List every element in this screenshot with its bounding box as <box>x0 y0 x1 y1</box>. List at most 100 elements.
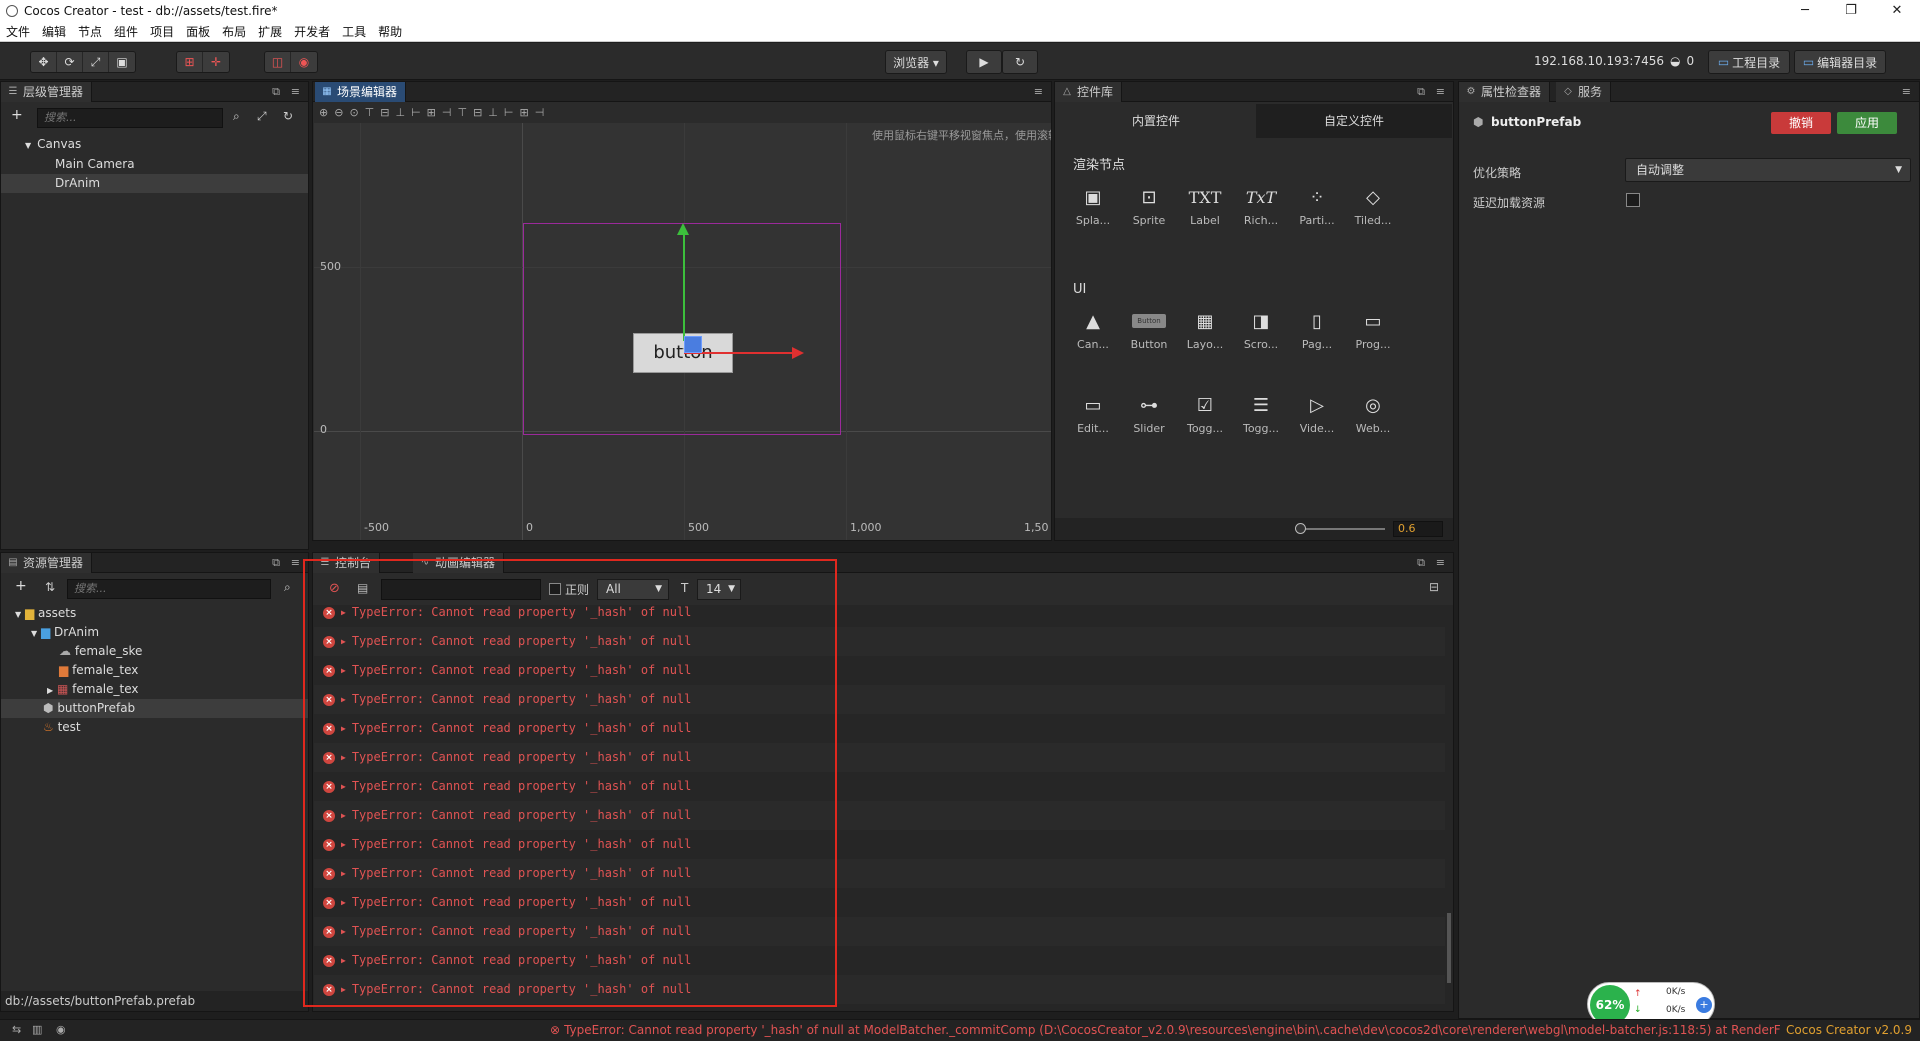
log-row[interactable]: × ▶ TypeError: Cannot read property '_hash… <box>314 685 1445 714</box>
refresh-button[interactable]: ↻ <box>1002 50 1038 74</box>
lib-item-toggle[interactable]: ☑ Togg... <box>1177 388 1233 436</box>
rotate-tool-icon[interactable]: ⟳ <box>57 52 83 72</box>
log-level-select[interactable]: All ▼ <box>597 579 669 600</box>
expand-arrow-icon[interactable]: ▼ <box>31 629 37 638</box>
log-row[interactable]: × ▶ TypeError: Cannot read property '_hash… <box>314 656 1445 685</box>
menu-project[interactable]: 项目 <box>144 23 180 40</box>
log-row[interactable]: × ▶ TypeError: Cannot read property '_hash… <box>314 743 1445 772</box>
log-row[interactable]: × ▶ TypeError: Cannot read property '_hash… <box>314 801 1445 830</box>
lib-item-canvas[interactable]: ▲ Can... <box>1065 304 1121 352</box>
align-top-icon[interactable]: ⊤ <box>365 106 381 119</box>
rect-tool-icon[interactable]: ▣ <box>109 52 135 72</box>
align-vcenter-icon[interactable]: ⊟ <box>380 106 395 119</box>
lazy-load-checkbox[interactable] <box>1626 193 1640 207</box>
menu-panel[interactable]: 面板 <box>180 23 216 40</box>
menu-node[interactable]: 节点 <box>72 23 108 40</box>
lib-item-particle[interactable]: ⁘ Parti... <box>1289 180 1345 228</box>
tree-item-dranim[interactable]: DrAnim <box>1 174 308 193</box>
clear-log-icon[interactable]: ⊘ <box>329 581 340 596</box>
lib-item-togglegroup[interactable]: ☰ Togg... <box>1233 388 1289 436</box>
log-icon[interactable]: ⇆ <box>12 1023 21 1036</box>
open-log-file-icon[interactable]: ▤ <box>357 581 368 595</box>
panel-menu-icon[interactable]: ≡ <box>1034 85 1043 98</box>
distribute-bottom-icon[interactable]: ⊥ <box>488 106 504 119</box>
expand-all-icon[interactable]: ⤢ <box>257 109 267 124</box>
expand-arrow-icon[interactable]: ▶ <box>341 869 346 878</box>
hierarchy-search-input[interactable]: 搜索... <box>37 108 223 128</box>
scale-tool-icon[interactable]: ⤢ <box>83 52 109 72</box>
lib-item-progressbar[interactable]: ▭ Prog... <box>1345 304 1401 352</box>
opt-strategy-select[interactable]: 自动调整 ▼ <box>1625 158 1911 182</box>
search-icon[interactable]: ⌕ <box>233 109 240 124</box>
add-node-icon[interactable]: + <box>11 107 23 123</box>
log-row[interactable]: × ▶ TypeError: Cannot read property '_hash… <box>314 772 1445 801</box>
menu-tools[interactable]: 工具 <box>336 23 372 40</box>
tree-item-female-ske[interactable]: ☁ female_ske <box>1 642 308 661</box>
lib-item-editbox[interactable]: ▭ Edit... <box>1065 388 1121 436</box>
tab-assets[interactable]: ▤ 资源管理器 <box>1 553 93 573</box>
icon-size-slider-thumb[interactable] <box>1295 523 1306 534</box>
lib-item-webview[interactable]: ◎ Web... <box>1345 388 1401 436</box>
expand-arrow-icon[interactable]: ▼ <box>15 610 21 619</box>
expand-arrow-icon[interactable]: ▼ <box>25 141 31 150</box>
expand-arrow-icon[interactable]: ▶ <box>341 811 346 820</box>
popout-icon[interactable]: ⧉ <box>272 85 280 99</box>
lib-item-splash[interactable]: ▣ Spla... <box>1065 180 1121 228</box>
tab-scene[interactable]: ▦ 场景编辑器 <box>315 82 407 102</box>
restore-button[interactable]: ❐ <box>1828 0 1874 22</box>
minimize-button[interactable]: ─ <box>1782 0 1828 22</box>
tab-library[interactable]: △ 控件库 <box>1055 82 1123 102</box>
search-icon[interactable]: ⌕ <box>284 580 291 595</box>
log-row[interactable]: × ▶ TypeError: Cannot read property '_hash… <box>314 605 1445 627</box>
log-row[interactable]: × ▶ TypeError: Cannot read property '_hash… <box>314 946 1445 975</box>
move-center-handle[interactable] <box>684 336 702 353</box>
add-asset-icon[interactable]: + <box>15 578 27 594</box>
expand-arrow-icon[interactable]: ▶ <box>341 724 346 733</box>
expand-arrow-icon[interactable]: ▶ <box>341 840 346 849</box>
tree-item-dranim-folder[interactable]: ▼ ▆ DrAnim <box>1 623 308 642</box>
expand-arrow-icon[interactable]: ▶ <box>341 782 346 791</box>
close-button[interactable]: ✕ <box>1874 0 1920 22</box>
play-button[interactable]: ▶ <box>966 50 1002 74</box>
align-right-icon[interactable]: ⊣ <box>442 106 458 119</box>
panel-menu-icon[interactable]: ≡ <box>1902 85 1911 98</box>
lib-item-sprite[interactable]: ⊡ Sprite <box>1121 180 1177 228</box>
expand-arrow-icon[interactable]: ▶ <box>341 753 346 762</box>
lib-item-button[interactable]: Button Button <box>1121 304 1177 351</box>
x-arrow-icon[interactable] <box>792 347 804 359</box>
distribute-top-icon[interactable]: ⊤ <box>457 106 473 119</box>
log-row[interactable]: × ▶ TypeError: Cannot read property '_hash… <box>314 627 1445 656</box>
distribute-vcenter-icon[interactable]: ⊟ <box>473 106 488 119</box>
menu-edit[interactable]: 编辑 <box>36 23 72 40</box>
console-filter-input[interactable] <box>381 579 541 600</box>
tree-item-female-tex-json[interactable]: ▶ ▦ female_tex <box>1 680 308 699</box>
lib-item-videoplayer[interactable]: ▷ Vide... <box>1289 388 1345 436</box>
icon-size-value[interactable]: 0.6 <box>1393 521 1443 537</box>
scene-viewport[interactable]: button 使用鼠标右键平移视窗焦点，使用滚轮缩放视图 500 0 -500 … <box>314 123 1051 540</box>
tab-custom[interactable]: 自定义控件 <box>1256 104 1452 138</box>
expand-arrow-icon[interactable]: ▶ <box>341 898 346 907</box>
menu-component[interactable]: 组件 <box>108 23 144 40</box>
tree-item-test-scene[interactable]: ♨ test <box>1 718 308 737</box>
panel-menu-icon[interactable]: ≡ <box>291 556 300 569</box>
popout-icon[interactable]: ⧉ <box>272 556 280 570</box>
lib-item-richtext[interactable]: TxT Rich... <box>1233 180 1289 228</box>
expand-arrow-icon[interactable]: ▶ <box>47 686 53 695</box>
menu-help[interactable]: 帮助 <box>372 23 408 40</box>
expand-arrow-icon[interactable]: ▶ <box>341 637 346 646</box>
editor-dir-button[interactable]: ▭ 编辑器目录 <box>1794 50 1886 74</box>
plus-icon[interactable]: + <box>1696 997 1712 1013</box>
log-row[interactable]: × ▶ TypeError: Cannot read property '_hash… <box>314 714 1445 743</box>
local-pivot-icon[interactable]: ⊞ <box>177 52 203 72</box>
zoom-out-icon[interactable]: ⊖ <box>334 106 349 119</box>
lib-item-label[interactable]: TXT Label <box>1177 180 1233 228</box>
y-arrow-icon[interactable] <box>677 223 689 235</box>
lib-item-tiledmap[interactable]: ◇ Tiled... <box>1345 180 1401 228</box>
tab-console[interactable]: ☰ 控制台 <box>313 553 381 573</box>
tab-hierarchy[interactable]: ☰ 层级管理器 <box>1 82 93 102</box>
log-row[interactable]: × ▶ TypeError: Cannot read property '_hash… <box>314 830 1445 859</box>
log-row[interactable]: × ▶ TypeError: Cannot read property '_hash… <box>314 975 1445 1004</box>
project-dir-button[interactable]: ▭ 工程目录 <box>1708 50 1790 74</box>
expand-arrow-icon[interactable]: ▶ <box>341 985 346 994</box>
lib-item-layout[interactable]: ▦ Layo... <box>1177 304 1233 352</box>
